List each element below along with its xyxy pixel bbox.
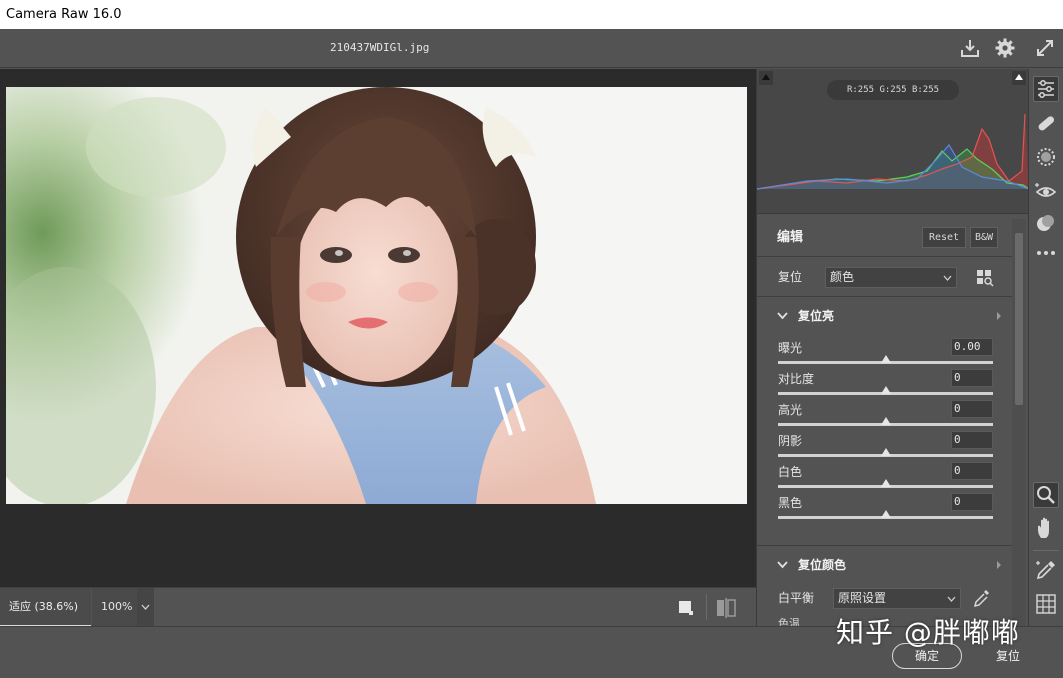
- fit-zoom-tab[interactable]: 适应 (38.6%): [0, 588, 91, 627]
- rgb-readout: R:255 G:255 B:255: [827, 80, 959, 100]
- before-after-view-icon[interactable]: [678, 600, 694, 616]
- healing-bandage-icon[interactable]: [1033, 110, 1059, 136]
- filename-label: 210437WDIGl.jpg: [330, 41, 430, 54]
- split-view-icon[interactable]: [715, 598, 737, 618]
- color-section-title: 复位颜色: [798, 558, 847, 572]
- slider-value-input[interactable]: 0: [951, 462, 993, 480]
- profile-browser-icon[interactable]: [976, 269, 994, 287]
- slider-label: 阴影: [778, 434, 803, 448]
- grid-overlay-icon[interactable]: [1033, 591, 1059, 617]
- blacks-slider[interactable]: 黑色 0: [757, 493, 1012, 524]
- profile-select[interactable]: 颜色: [825, 267, 957, 288]
- shadows-slider[interactable]: 阴影 0: [757, 431, 1012, 462]
- edit-header: 编辑 Reset B&W: [757, 219, 1012, 257]
- hand-tool-icon[interactable]: [1033, 516, 1059, 542]
- red-eye-icon[interactable]: [1033, 178, 1059, 204]
- edit-panel: R:255 G:255 B:255 编辑 Reset B&W 复位 颜色 复位亮…: [756, 69, 1029, 626]
- exposure-slider[interactable]: 曝光 0.00: [757, 338, 1012, 369]
- slider-thumb[interactable]: [881, 479, 891, 487]
- slider-label: 对比度: [778, 372, 815, 386]
- bw-button[interactable]: B&W: [970, 227, 998, 248]
- zoom-value: 100%: [101, 600, 133, 613]
- panel-scrollbar[interactable]: [1012, 219, 1026, 626]
- profile-label: 复位: [778, 270, 803, 284]
- highlight-clipping-icon[interactable]: [1012, 70, 1026, 85]
- color-section-header[interactable]: 复位颜色: [757, 547, 1012, 583]
- highlights-slider[interactable]: 高光 0: [757, 400, 1012, 431]
- slider-thumb[interactable]: [881, 417, 891, 425]
- watermark-text: 知乎 @胖嘟嘟: [836, 616, 1020, 649]
- slider-thumb[interactable]: [881, 510, 891, 518]
- profile-value: 颜色: [830, 270, 855, 284]
- window-title: Camera Raw 16.0: [0, 0, 1063, 29]
- light-section-title: 复位亮: [798, 309, 835, 323]
- slider-label: 曝光: [778, 341, 803, 355]
- slider-value-input[interactable]: 0: [951, 431, 993, 449]
- chevron-down-icon: [943, 268, 952, 295]
- shadow-clipping-icon[interactable]: [759, 70, 773, 85]
- contrast-slider[interactable]: 对比度 0: [757, 369, 1012, 400]
- top-toolbar: 210437WDIGl.jpg: [0, 29, 1063, 68]
- eyedropper-icon[interactable]: [973, 588, 991, 608]
- slider-label: 高光: [778, 403, 803, 417]
- section-divider: [757, 545, 1012, 546]
- histogram: R:255 G:255 B:255: [757, 69, 1029, 214]
- edit-title: 编辑: [777, 230, 804, 245]
- light-section-header[interactable]: 复位亮: [757, 298, 1012, 334]
- edit-sliders-icon[interactable]: [1033, 76, 1059, 102]
- expand-icon[interactable]: [1034, 37, 1056, 59]
- zoom-select[interactable]: 100%: [92, 588, 154, 627]
- chevron-down-icon: [137, 588, 154, 627]
- slider-value-input[interactable]: 0.00: [951, 338, 993, 356]
- scrollbar-thumb[interactable]: [1015, 233, 1023, 405]
- slider-value-input[interactable]: 0: [951, 400, 993, 418]
- slider-label: 白色: [778, 465, 803, 479]
- white-balance-label: 白平衡: [778, 591, 815, 605]
- slider-thumb[interactable]: [881, 355, 891, 363]
- slider-thumb[interactable]: [881, 448, 891, 456]
- presets-icon[interactable]: [1033, 210, 1059, 236]
- download-icon[interactable]: [959, 37, 981, 59]
- mask-icon[interactable]: [1033, 144, 1059, 170]
- tool-strip: [1028, 69, 1063, 626]
- zoom-tool-icon[interactable]: [1033, 482, 1059, 508]
- white-balance-select[interactable]: 原照设置: [833, 588, 961, 609]
- white-balance-row: 白平衡 原照设置: [757, 584, 1012, 612]
- more-options-icon[interactable]: [1033, 240, 1059, 266]
- preview-canvas[interactable]: [0, 69, 756, 587]
- canvas-status-bar: 适应 (38.6%) 100%: [0, 587, 756, 627]
- status-divider: [706, 594, 707, 620]
- slider-thumb[interactable]: [881, 386, 891, 394]
- color-sampler-icon[interactable]: [1033, 557, 1059, 583]
- temperature-label: 色温: [778, 617, 800, 626]
- whites-slider[interactable]: 白色 0: [757, 462, 1012, 493]
- tool-divider: [1033, 550, 1059, 551]
- gear-icon[interactable]: [994, 37, 1016, 59]
- slider-label: 黑色: [778, 496, 803, 510]
- white-balance-value: 原照设置: [838, 591, 887, 605]
- reset-profile-button[interactable]: Reset: [922, 227, 966, 248]
- photo-preview: [6, 87, 747, 504]
- profile-row: 复位 颜色: [757, 257, 1012, 297]
- histogram-graph: [757, 113, 1029, 190]
- slider-value-input[interactable]: 0: [951, 369, 993, 387]
- slider-value-input[interactable]: 0: [951, 493, 993, 511]
